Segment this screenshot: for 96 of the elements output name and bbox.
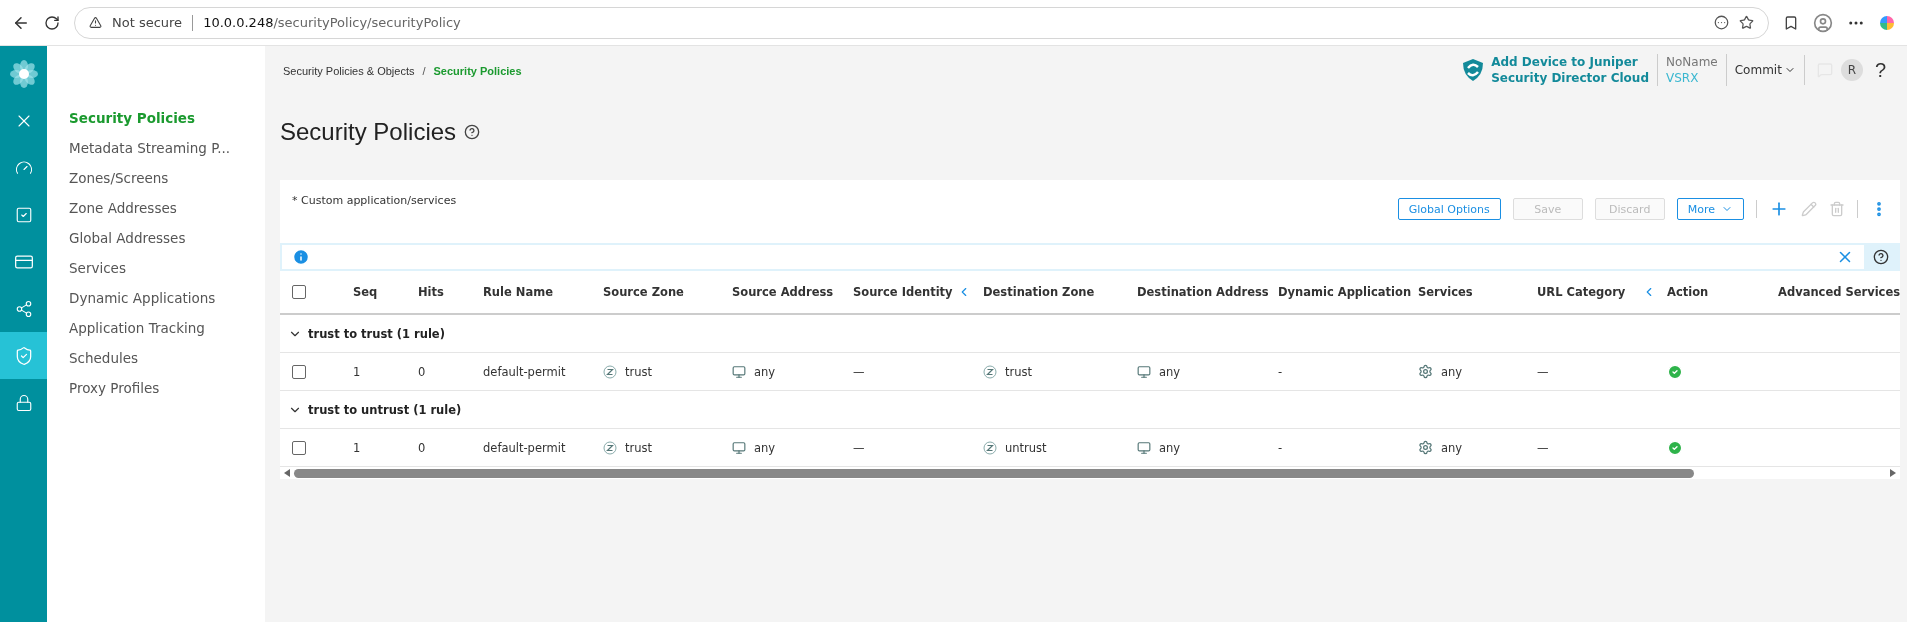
table-cell-text: — <box>853 364 866 379</box>
column-header[interactable]: Hits <box>418 285 483 299</box>
check-icon <box>1667 439 1683 456</box>
table-cell-text: — <box>1537 364 1550 379</box>
select-all-checkbox[interactable] <box>292 285 306 299</box>
commit-button[interactable]: Commit <box>1726 55 1805 85</box>
breadcrumb-link[interactable]: Security Policies & Objects <box>283 65 415 77</box>
monitor-icon <box>1137 440 1151 455</box>
zone-icon <box>983 440 997 455</box>
table-cell-text: 0 <box>418 364 427 379</box>
column-header[interactable]: Source Zone <box>603 285 732 299</box>
help-button[interactable] <box>1864 245 1898 269</box>
menu-item[interactable]: Security Policies <box>69 108 265 129</box>
lock-icon[interactable] <box>14 393 33 412</box>
menu-item[interactable]: Global Addresses <box>69 228 265 249</box>
zone-icon <box>603 440 617 455</box>
ellipsis-circle-icon[interactable] <box>1714 15 1729 30</box>
table-cell: any <box>754 364 776 379</box>
column-header[interactable]: Source Address <box>732 285 853 299</box>
security-label: Not secure <box>112 15 183 30</box>
column-header[interactable]: URL Category <box>1537 285 1642 299</box>
toolbar-button[interactable]: Global Options <box>1397 198 1501 220</box>
table-cell: trust <box>1005 364 1033 379</box>
add-device-link[interactable]: Add Device to Juniper Security Director Cloud <box>1491 54 1658 86</box>
more-dropdown[interactable]: More <box>1676 198 1744 220</box>
device-name: NoName <box>1666 54 1718 70</box>
reload-icon[interactable] <box>44 14 60 31</box>
url-path: /securityPolicy/securityPolicy <box>273 15 461 30</box>
gear-icon <box>1418 364 1433 379</box>
table-cell-text: default-permit <box>483 364 567 379</box>
page-title: Security Policies <box>280 118 457 146</box>
monitor-icon <box>732 440 746 455</box>
share-icon[interactable] <box>14 299 33 318</box>
star-icon[interactable] <box>1739 15 1754 30</box>
column-header[interactable]: Source Identity <box>853 285 957 299</box>
address-bar[interactable]: Not secure 10.0.0.248/securityPolicy/securityPolicy <box>74 6 1769 39</box>
menu-item[interactable]: Zone Addresses <box>69 198 265 219</box>
rail-item[interactable] <box>0 332 47 379</box>
table-cell: trust <box>625 364 653 379</box>
group-title: trust to trust (1 rule) <box>308 326 445 341</box>
table-cell-text: — <box>1537 440 1550 455</box>
table-cell: any <box>1159 364 1181 379</box>
table-cell: trust <box>625 440 653 455</box>
table-cell: any <box>1159 440 1181 455</box>
column-header[interactable]: Seq <box>353 285 418 299</box>
check-icon <box>1667 363 1683 380</box>
column-header[interactable]: Rule Name <box>483 285 603 299</box>
shield-logo-icon <box>1461 58 1486 82</box>
table-cell-text: 1 <box>353 364 362 379</box>
table-cell-text: - <box>1278 364 1284 379</box>
monitor-icon <box>732 364 746 379</box>
zone-icon <box>983 364 997 379</box>
favorites-icon[interactable] <box>1783 14 1799 31</box>
table-cell-text: — <box>853 440 866 455</box>
info-icon <box>292 248 310 266</box>
column-header[interactable]: Destination Address <box>1137 285 1278 299</box>
column-header[interactable]: Action <box>1667 285 1778 299</box>
warning-icon <box>89 16 102 29</box>
table-cell: any <box>1441 364 1463 379</box>
menu-item[interactable]: Zones/Screens <box>69 168 265 189</box>
help-icon[interactable] <box>464 124 481 140</box>
table-cell: any <box>754 440 776 455</box>
device-type: VSRX <box>1666 70 1700 86</box>
column-header[interactable]: Destination Zone <box>983 285 1137 299</box>
zone-icon <box>603 364 617 379</box>
profile-icon[interactable] <box>1813 12 1833 33</box>
column-header[interactable]: Services <box>1418 285 1537 299</box>
help-icon <box>1873 249 1889 265</box>
table-cell-text: - <box>1278 440 1284 455</box>
table-cell-text: 1 <box>353 440 362 455</box>
help-button[interactable]: ? <box>1870 58 1890 82</box>
menu-item[interactable]: Services <box>69 258 265 279</box>
user-avatar[interactable]: R <box>1840 59 1863 81</box>
column-header[interactable]: Dynamic Application <box>1278 285 1418 299</box>
url-host: 10.0.0.248 <box>203 15 274 30</box>
row-checkbox[interactable] <box>292 364 306 379</box>
menu-item[interactable]: Dynamic Applications <box>69 288 265 309</box>
table-cell: any <box>1441 440 1463 455</box>
gauge-icon[interactable] <box>14 158 33 177</box>
menu-item[interactable]: Schedules <box>69 348 265 369</box>
column-header[interactable]: Advanced Services <box>1778 285 1900 299</box>
table-cell-text: default-permit <box>483 440 567 455</box>
breadcrumb-separator: / <box>422 65 426 77</box>
group-title: trust to untrust (1 rule) <box>308 402 462 417</box>
monitor-icon <box>1137 364 1151 379</box>
menu-item[interactable]: Metadata Streaming P... <box>69 138 265 159</box>
custom-note: * Custom application/services <box>292 194 457 207</box>
menu-item[interactable]: Proxy Profiles <box>69 378 265 399</box>
flower-logo-icon <box>9 59 38 88</box>
table-cell-text: 0 <box>418 440 427 455</box>
row-checkbox[interactable] <box>292 440 306 455</box>
gear-icon <box>1418 440 1433 455</box>
table-cell: untrust <box>1005 440 1047 455</box>
menu-item[interactable]: Application Tracking <box>69 318 265 339</box>
checked-box-icon[interactable] <box>14 205 33 224</box>
colorful-app-icon[interactable] <box>1879 14 1895 31</box>
